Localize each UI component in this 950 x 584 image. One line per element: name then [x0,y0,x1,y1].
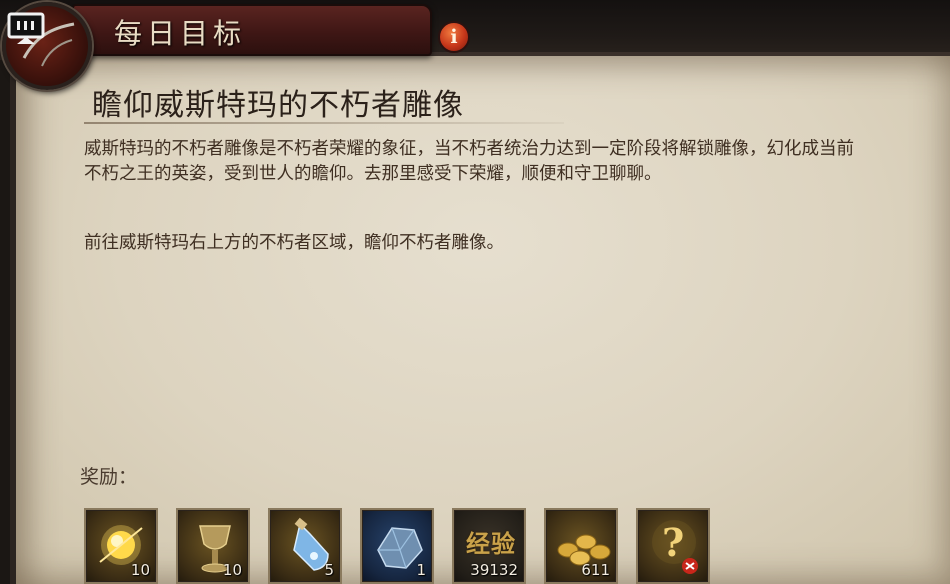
reward-slot[interactable]: 经验 39132 [452,508,526,584]
reward-slot[interactable]: 10 [176,508,250,584]
reward-qty: 1 [416,561,426,579]
reward-qty: 39132 [470,561,518,579]
reward-slot[interactable]: 5 [268,508,342,584]
reward-slot[interactable]: 611 [544,508,618,584]
reward-list: 10 10 5 1 经验 39132 611 ? [84,508,724,584]
rewards-label: 奖励： [80,466,138,488]
reward-slot[interactable]: 1 [360,508,434,584]
title-divider [84,122,564,124]
quest-title: 瞻仰威斯特玛的不朽者雕像 [92,88,464,123]
daily-goal-tab[interactable]: 每日目标 i [72,4,470,56]
tab-title: 每日目标 [114,17,247,50]
reward-slot[interactable]: ? [636,508,710,584]
reward-qty: 10 [222,561,242,579]
quest-panel [10,52,950,584]
svg-text:?: ? [662,520,684,565]
reward-qty: 611 [581,561,610,579]
reward-qty: 5 [324,561,334,579]
quest-hint: 前往威斯特玛右上方的不朽者区域，瞻仰不朽者雕像。 [84,233,504,253]
quest-description: 威斯特玛的不朽者雕像是不朽者荣耀的象征，当不朽者统治力达到一定阶段将解锁雕像，幻… [84,139,854,184]
reward-qty: 10 [130,561,150,579]
info-button[interactable]: i [438,21,470,53]
screen-share-icon[interactable] [7,12,47,46]
experience-icon: 经验 [466,529,516,558]
reward-slot[interactable]: 10 [84,508,158,584]
